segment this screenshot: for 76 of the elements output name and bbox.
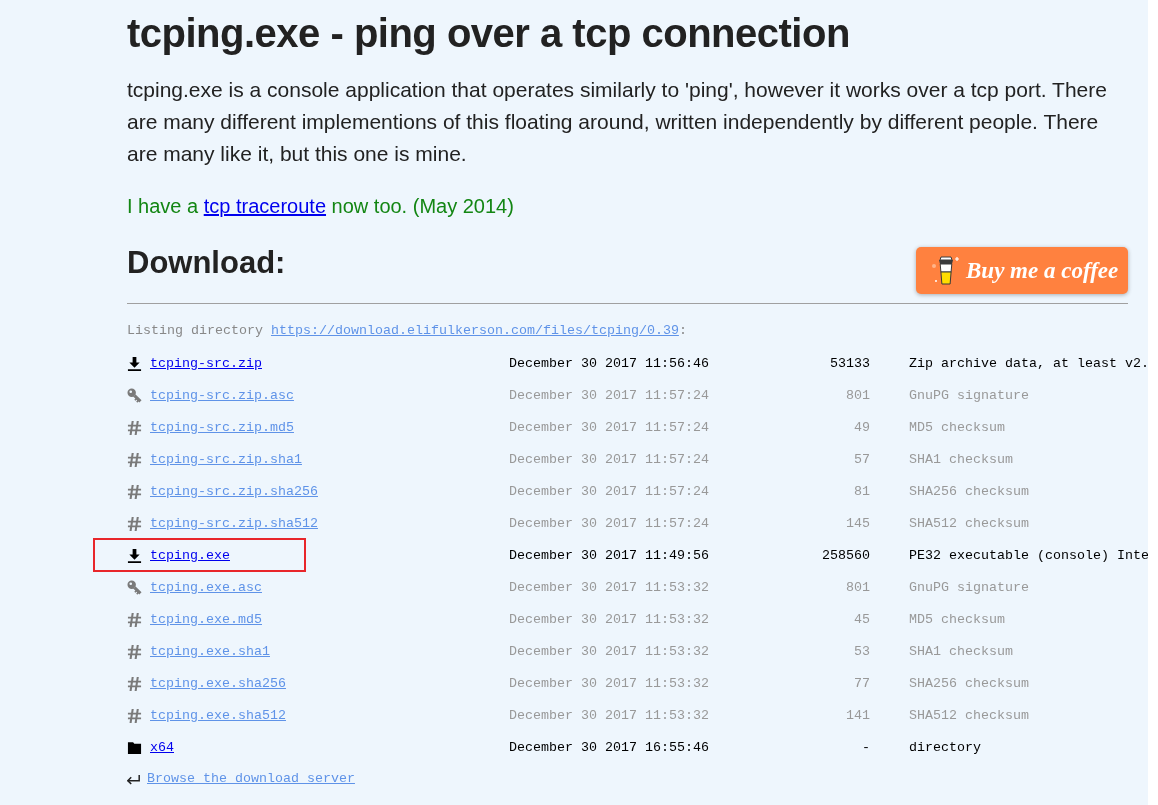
size-text: 53 <box>854 643 870 659</box>
date-text: December 30 2017 11:53:32 <box>509 643 709 659</box>
traceroute-link[interactable]: tcp traceroute <box>203 195 326 217</box>
size-text: 77 <box>854 675 870 691</box>
size-text: 145 <box>846 515 870 531</box>
file-link[interactable]: tcping-src.zip.sha256 <box>150 483 318 499</box>
file-link[interactable]: tcping.exe.asc <box>150 579 262 595</box>
description-text: SHA1 checksum <box>909 451 1013 467</box>
file-link[interactable]: tcping-src.zip.sha1 <box>150 451 302 467</box>
size-text: 801 <box>846 387 870 403</box>
hash-icon <box>127 483 142 499</box>
hash-icon <box>127 707 142 723</box>
file-link[interactable]: tcping-src.zip.md5 <box>150 419 294 435</box>
size-text: - <box>862 739 870 755</box>
date-text: December 30 2017 11:53:32 <box>509 675 709 691</box>
date-text: December 30 2017 11:53:32 <box>509 579 709 595</box>
description-text: GnuPG signature <box>909 579 1029 595</box>
hash-icon <box>127 419 142 435</box>
size-text: 258560 <box>822 547 870 563</box>
date-text: December 30 2017 11:56:46 <box>509 355 709 371</box>
file-link[interactable]: tcping.exe <box>150 547 230 563</box>
key-icon <box>127 579 142 595</box>
download-heading: Download: <box>127 247 286 279</box>
size-text: 49 <box>854 419 870 435</box>
date-text: December 30 2017 11:57:24 <box>509 451 709 467</box>
download-icon <box>127 355 142 371</box>
buy-coffee-button[interactable]: Buy me a coffee <box>916 247 1128 294</box>
folder-icon <box>127 739 142 755</box>
file-link[interactable]: x64 <box>150 739 174 755</box>
date-text: December 30 2017 11:57:24 <box>509 515 709 531</box>
directory-url-link[interactable]: https://download.elifulkerson.com/files/tcping/0.39 <box>270 323 679 338</box>
coffee-cup-icon <box>932 255 960 286</box>
date-text: December 30 2017 11:57:24 <box>509 387 709 403</box>
description-text: SHA512 checksum <box>909 515 1029 531</box>
description-text: SHA256 checksum <box>909 483 1029 499</box>
browse-server-link[interactable]: Browse the download server <box>147 763 355 795</box>
file-link[interactable]: tcping-src.zip <box>150 355 262 371</box>
file-link[interactable]: tcping-src.zip.sha512 <box>150 515 318 531</box>
hash-icon <box>127 611 142 627</box>
date-text: December 30 2017 11:49:56 <box>509 547 709 563</box>
hash-icon <box>127 515 142 531</box>
intro-paragraph: tcping.exe is a console application that operates similarly to 'ping', however it works over a tcp port. There are many different implementions of this floating around, written independently by different people. There are many like it, but this one is mine. <box>127 77 1108 167</box>
date-text: December 30 2017 16:55:46 <box>509 739 709 755</box>
date-text: December 30 2017 11:53:32 <box>509 611 709 627</box>
description-text: SHA1 checksum <box>909 643 1013 659</box>
hash-icon <box>127 675 142 691</box>
description-text: PE32 executable (console) Inte <box>909 547 1148 563</box>
description-text: MD5 checksum <box>909 611 1005 627</box>
file-link[interactable]: tcping.exe.sha256 <box>150 675 286 691</box>
size-text: 141 <box>846 707 870 723</box>
description-text: directory <box>909 739 981 755</box>
hash-icon <box>127 451 142 467</box>
page-title: tcping.exe - ping over a tcp connection <box>127 10 851 57</box>
size-text: 53133 <box>830 355 870 371</box>
date-text: December 30 2017 11:57:24 <box>509 419 709 435</box>
size-text: 45 <box>854 611 870 627</box>
return-arrow-icon <box>127 773 140 785</box>
download-icon <box>127 547 142 563</box>
description-text: SHA256 checksum <box>909 675 1029 691</box>
size-text: 57 <box>854 451 870 467</box>
traceroute-note: I have a tcp traceroute now too. (May 2014) <box>127 194 514 219</box>
key-icon <box>127 387 142 403</box>
file-link[interactable]: tcping.exe.sha1 <box>150 643 270 659</box>
listing-caption: Listing directory https://download.elifulkerson.com/files/tcping/0.39: <box>127 322 687 340</box>
description-text: GnuPG signature <box>909 387 1029 403</box>
date-text: December 30 2017 11:53:32 <box>509 707 709 723</box>
description-text: MD5 checksum <box>909 419 1005 435</box>
description-text: Zip archive data, at least v2. <box>909 355 1148 371</box>
size-text: 801 <box>846 579 870 595</box>
description-text: SHA512 checksum <box>909 707 1029 723</box>
file-link[interactable]: tcping-src.zip.asc <box>150 387 294 403</box>
hash-icon <box>127 643 142 659</box>
file-link[interactable]: tcping.exe.md5 <box>150 611 262 627</box>
size-text: 81 <box>854 483 870 499</box>
date-text: December 30 2017 11:57:24 <box>509 483 709 499</box>
file-link[interactable]: tcping.exe.sha512 <box>150 707 286 723</box>
